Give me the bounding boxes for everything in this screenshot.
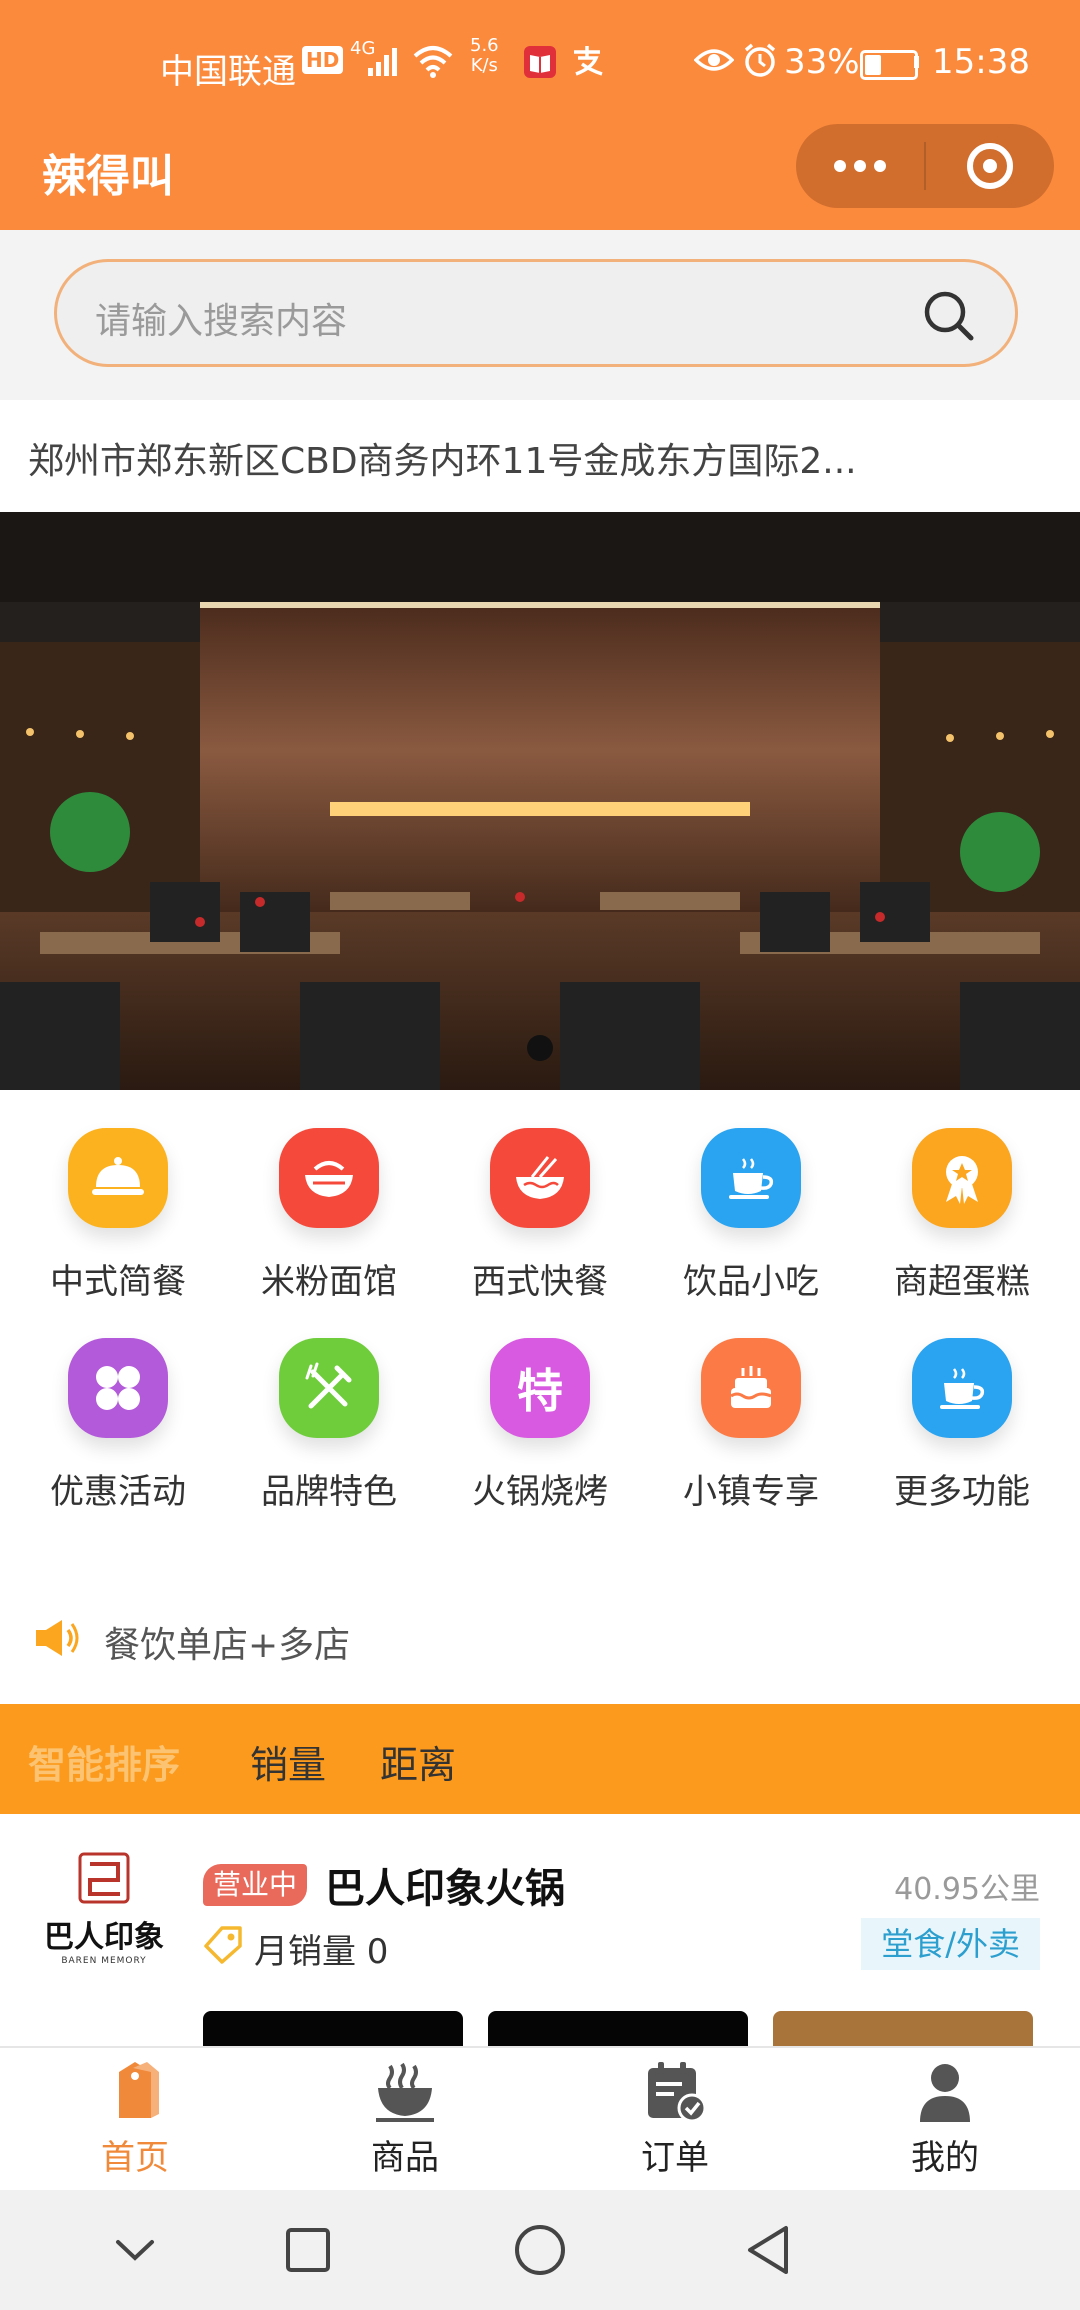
category-grid: 中式简餐 米粉面馆 西式快餐 饮品小吃 商超蛋糕 优惠活动 品牌特色 特 火锅烧…: [0, 1090, 1080, 1520]
sort-smart-tab[interactable]: 智能排序: [28, 1734, 180, 1789]
tab-label: 订单: [641, 2138, 709, 2178]
battery-icon: [860, 50, 918, 80]
net-speed-unit: K/s: [470, 55, 498, 76]
signal-icon: [368, 48, 397, 76]
sort-bar: 智能排序 销量 距离: [0, 1704, 1080, 1814]
category-item[interactable]: 更多功能: [854, 1300, 1070, 1512]
status-bar: 中国联通 HD 4G 5.6 K/s 33% 15:38: [0, 0, 1080, 120]
cloche-icon: [68, 1128, 168, 1228]
category-item[interactable]: 中式简餐: [10, 1090, 226, 1302]
more-menu-button[interactable]: [796, 124, 924, 208]
category-label: 火锅烧烤: [472, 1472, 608, 1512]
home-circle-icon[interactable]: [512, 2222, 568, 2278]
banner-carousel[interactable]: [0, 512, 1080, 1090]
product-thumbnail[interactable]: [203, 2011, 463, 2051]
notice-text: 餐饮单店+多店: [104, 1625, 351, 1666]
service-mode-badge: 堂食/外卖: [861, 1918, 1040, 1970]
alarm-icon: [744, 43, 776, 77]
category-label: 米粉面馆: [261, 1262, 397, 1302]
te-character-icon: 特: [490, 1338, 590, 1438]
tab-label: 我的: [911, 2138, 979, 2178]
cake-icon: [701, 1338, 801, 1438]
category-item[interactable]: 米粉面馆: [221, 1090, 437, 1302]
wifi-icon: [413, 46, 453, 78]
store-logo-seal-icon: [78, 1852, 130, 1904]
tab-products[interactable]: 商品: [270, 2058, 540, 2188]
category-item[interactable]: 小镇专享: [643, 1300, 859, 1512]
category-label: 西式快餐: [472, 1262, 608, 1302]
hd-badge: HD: [302, 46, 344, 74]
alipay-icon: [574, 46, 603, 76]
sort-distance-tab[interactable]: 距离: [380, 1734, 456, 1789]
restaurant-interior-image: [0, 512, 1080, 1090]
book-app-icon: [524, 46, 556, 78]
category-label: 更多功能: [894, 1472, 1030, 1512]
tab-orders[interactable]: 订单: [540, 2058, 810, 2188]
notice-bar[interactable]: 餐饮单店+多店: [0, 1520, 1080, 1704]
carousel-indicator-dot[interactable]: [527, 1035, 553, 1061]
address-bar[interactable]: 郑州市郑东新区CBD商务内环11号金成东方国际2...: [0, 400, 1080, 512]
eye-icon: [694, 49, 734, 71]
product-thumbnail[interactable]: [488, 2011, 748, 2051]
category-label: 饮品小吃: [683, 1262, 819, 1302]
store-name: 巴人印象火锅: [325, 1866, 565, 1912]
calendar-check-icon: [648, 2062, 707, 2123]
carrier-label: 中国联通: [160, 52, 296, 92]
user-icon: [920, 2064, 970, 2122]
clover-icon: [68, 1338, 168, 1438]
tab-profile[interactable]: 我的: [810, 2058, 1080, 2188]
price-tag-icon: [119, 2062, 159, 2118]
clock: 15:38: [932, 42, 1030, 82]
monthly-sales: 月销量 0: [254, 1932, 389, 1972]
miniprogram-capsule: [796, 124, 1054, 208]
search-input[interactable]: 请输入搜索内容: [54, 259, 1018, 367]
net-speed-value: 5.6: [470, 35, 499, 56]
battery-percent: 33%: [784, 42, 860, 82]
recents-square-icon[interactable]: [282, 2224, 334, 2276]
tag-icon: [204, 1926, 242, 1964]
coffee-cup-icon: [701, 1128, 801, 1228]
store-distance: 40.95公里: [894, 1872, 1040, 1907]
category-label: 品牌特色: [261, 1472, 397, 1512]
store-card[interactable]: 巴人印象 BAREN MEMORY 营业中 巴人印象火锅 月销量 0 40.95…: [0, 1814, 1080, 2051]
tab-label: 商品: [371, 2138, 439, 2178]
bowl-icon: [279, 1128, 379, 1228]
bottom-tab-bar: 首页 商品 订单 我的: [0, 2046, 1080, 2192]
category-item[interactable]: 西式快餐: [432, 1090, 648, 1302]
store-logo-text: 巴人印象: [44, 1920, 164, 1955]
coffee-cup-icon: [912, 1338, 1012, 1438]
net-speed: 5.6 K/s: [470, 36, 499, 76]
category-label: 商超蛋糕: [894, 1262, 1030, 1302]
system-nav-bar: [0, 2190, 1080, 2310]
search-placeholder: 请输入搜索内容: [95, 301, 348, 342]
chevron-down-icon[interactable]: [110, 2230, 160, 2270]
sort-sales-tab[interactable]: 销量: [250, 1734, 326, 1789]
noodle-bowl-icon: [490, 1128, 590, 1228]
more-dots-icon: [834, 160, 886, 172]
award-icon: [912, 1128, 1012, 1228]
speaker-icon: [36, 1620, 79, 1656]
utensils-icon: [279, 1338, 379, 1438]
category-item[interactable]: 饮品小吃: [643, 1090, 859, 1302]
noodle-bowl-icon: [376, 2062, 434, 2122]
category-label: 优惠活动: [50, 1472, 186, 1512]
status-badge: 营业中: [203, 1864, 308, 1906]
address-text: 郑州市郑东新区CBD商务内环11号金成东方国际2...: [28, 441, 857, 482]
tab-home[interactable]: 首页: [0, 2058, 270, 2188]
category-label: 中式简餐: [50, 1262, 186, 1302]
category-item[interactable]: 品牌特色: [221, 1300, 437, 1512]
category-item[interactable]: 商超蛋糕: [854, 1090, 1070, 1302]
category-item[interactable]: 特 火锅烧烤: [432, 1300, 648, 1512]
tab-label: 首页: [101, 2138, 169, 2178]
app-title: 辣得叫: [42, 151, 174, 202]
close-miniprogram-button[interactable]: [926, 124, 1054, 208]
category-item[interactable]: 优惠活动: [10, 1300, 226, 1512]
product-thumbnail[interactable]: [773, 2011, 1033, 2051]
store-logo: 巴人印象 BAREN MEMORY: [34, 1850, 174, 1980]
target-icon: [967, 143, 1013, 189]
back-triangle-icon[interactable]: [742, 2222, 798, 2278]
search-icon[interactable]: [919, 286, 979, 346]
store-logo-subtext: BAREN MEMORY: [61, 1956, 147, 1966]
category-label: 小镇专享: [683, 1472, 819, 1512]
